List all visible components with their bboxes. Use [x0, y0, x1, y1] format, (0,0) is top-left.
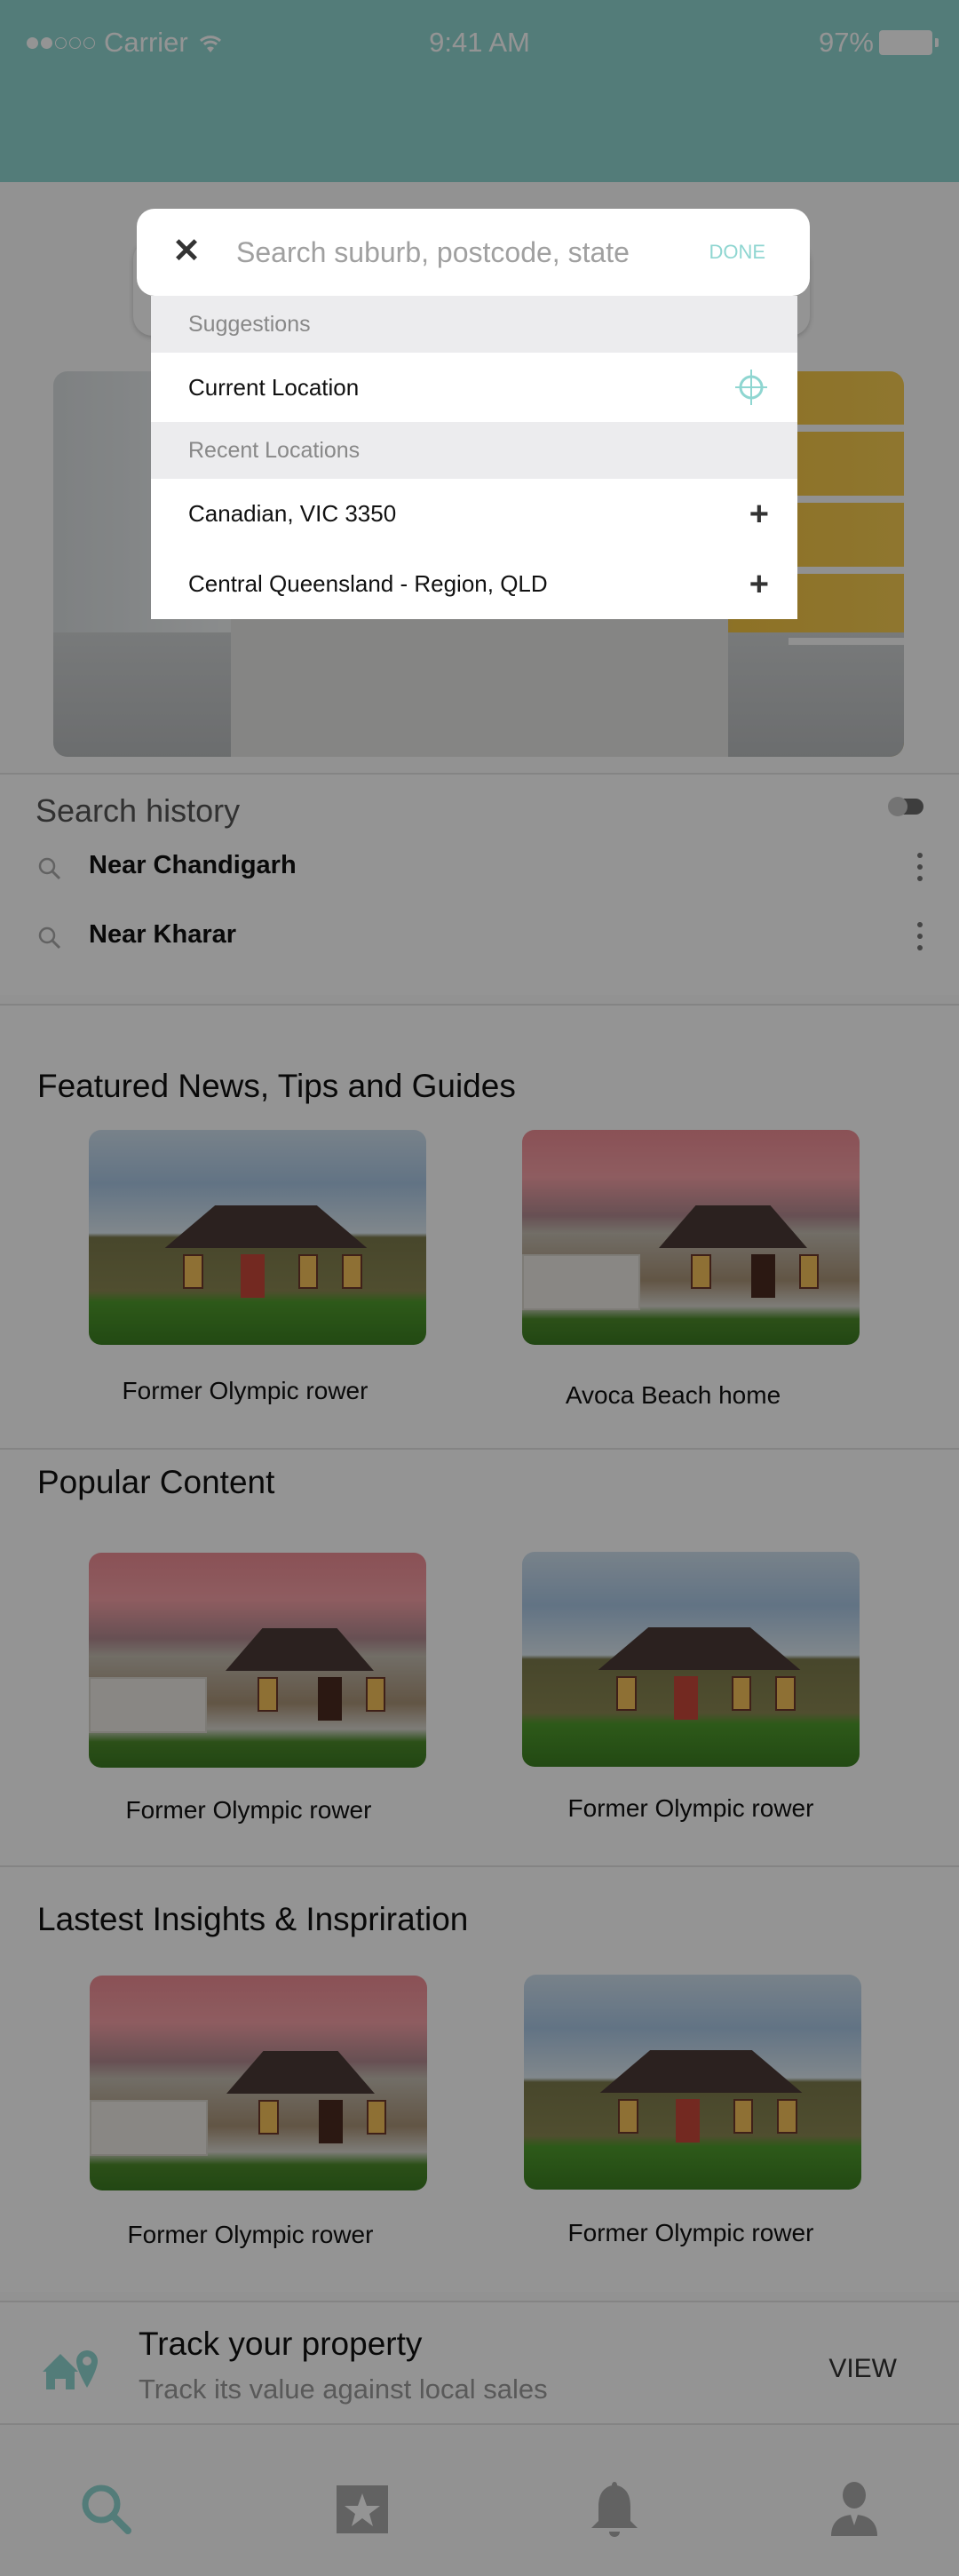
location-suggestions-dropdown: Suggestions Current Location Recent Loca… [151, 296, 797, 619]
suggestions-header: Suggestions [151, 296, 797, 353]
crosshair-icon [735, 370, 767, 405]
plus-icon[interactable]: + [749, 480, 769, 549]
location-search-bar: ✕ DONE [137, 209, 810, 296]
close-icon[interactable]: ✕ [170, 235, 202, 268]
recent-location-item[interactable]: Central Queensland - Region, QLD + [151, 549, 797, 619]
plus-icon[interactable]: + [749, 550, 769, 619]
recent-location-label: Central Queensland - Region, QLD [188, 570, 548, 597]
recent-location-label: Canadian, VIC 3350 [188, 500, 397, 527]
current-location-item[interactable]: Current Location [151, 353, 797, 422]
current-location-label: Current Location [188, 374, 360, 401]
location-search-input[interactable] [236, 227, 662, 278]
done-button[interactable]: DONE [709, 241, 765, 264]
recent-locations-header: Recent Locations [151, 422, 797, 479]
recent-location-item[interactable]: Canadian, VIC 3350 + [151, 479, 797, 549]
